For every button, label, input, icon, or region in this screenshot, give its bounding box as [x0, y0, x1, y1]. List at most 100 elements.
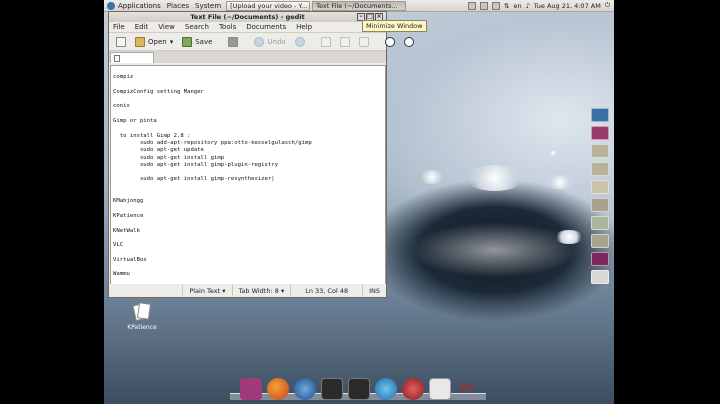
undo-icon — [254, 36, 265, 47]
text-editor-icon[interactable] — [429, 378, 451, 400]
replace-button[interactable] — [401, 35, 417, 49]
menu-view[interactable]: View — [158, 23, 175, 31]
save-button[interactable]: Save — [179, 35, 215, 49]
gedit-window: Text File (~/Documents) - gedit – □ × Fi… — [108, 11, 414, 298]
volume-icon[interactable]: ♪ — [526, 2, 530, 10]
folder-icon[interactable] — [591, 216, 609, 230]
app-icon[interactable] — [591, 252, 609, 266]
network-icon[interactable]: ⇅ — [504, 2, 509, 10]
redo-button[interactable] — [292, 35, 308, 49]
redo-icon — [294, 36, 305, 47]
home-icon[interactable] — [240, 378, 262, 400]
new-button[interactable] — [113, 35, 129, 49]
replace-icon — [403, 36, 414, 47]
swirl-app-icon[interactable] — [375, 378, 397, 400]
tooltip: Minimize Window — [362, 20, 427, 32]
scissors-icon[interactable]: ✂ — [456, 378, 478, 400]
document-tabbar — [109, 51, 386, 63]
tab-width-selector[interactable]: Tab Width: 8 ▾ — [231, 285, 291, 296]
window-titlebar[interactable]: Text File (~/Documents) - gedit – □ × — [109, 12, 386, 22]
editor-line: Wammu — [113, 271, 130, 278]
editor-line: VirtualBox — [113, 256, 147, 263]
taskbar-item-gedit[interactable]: Text File (~/Documents... — [312, 0, 407, 11]
editor-line: KMahjongg — [113, 198, 144, 205]
editor-line: sudo apt-get install gimp — [113, 154, 225, 161]
folder-icon[interactable] — [591, 198, 609, 212]
statusbar: Plain Text ▾ Tab Width: 8 ▾ Ln 33, Col 4… — [109, 284, 386, 297]
desktop-icon-kpatience[interactable]: KPatience — [124, 302, 160, 331]
drive-icon[interactable] — [591, 180, 609, 194]
terminal-icon[interactable] — [321, 378, 343, 400]
menu-file[interactable]: File — [113, 23, 125, 31]
text-editor[interactable]: compiz CompizConfig setting Manger conix… — [110, 65, 386, 285]
undo-button[interactable]: Undo — [251, 35, 288, 49]
workspace-1[interactable] — [468, 1, 477, 10]
insert-mode: INS — [362, 285, 386, 296]
right-dock — [591, 108, 611, 284]
folder-icon — [135, 36, 145, 47]
copy-button[interactable] — [337, 35, 353, 49]
app-icon[interactable] — [591, 126, 609, 140]
editor-line: KPatience — [113, 212, 144, 219]
workspace-2[interactable] — [480, 1, 489, 10]
system-tray: ⇅ en ♪ Tue Aug 21, 4:07 AM ⏻ — [468, 1, 614, 10]
editor-line: compiz — [113, 74, 134, 81]
cut-icon — [320, 36, 331, 47]
chevron-down-icon: ▾ — [169, 37, 174, 46]
power-icon[interactable]: ⏻ — [605, 1, 610, 10]
settings-icon[interactable] — [402, 378, 424, 400]
editor-line: KNetWalk — [113, 227, 140, 234]
menu-edit[interactable]: Edit — [135, 23, 149, 31]
document-tab[interactable] — [110, 52, 154, 63]
language-selector[interactable]: Plain Text ▾ — [182, 285, 231, 296]
thunderbird-icon[interactable] — [294, 378, 316, 400]
folder-icon[interactable] — [591, 144, 609, 158]
cut-button[interactable] — [318, 35, 334, 49]
keyboard-layout[interactable]: en — [514, 2, 522, 10]
editor-line: sudo apt-get install gimp-plugin-registr… — [113, 161, 279, 168]
applications-menu[interactable]: Applications — [104, 0, 164, 12]
monitor-icon[interactable] — [591, 108, 609, 122]
letterbox-left — [0, 0, 104, 404]
workspace-3[interactable] — [492, 1, 501, 10]
menu-tools[interactable]: Tools — [219, 23, 236, 31]
firefox-icon[interactable] — [267, 378, 289, 400]
new-document-icon — [116, 36, 126, 47]
copy-icon — [339, 36, 350, 47]
menu-help[interactable]: Help — [296, 23, 312, 31]
paste-button[interactable] — [356, 35, 372, 49]
editor-line: sudo apt-get update — [113, 147, 204, 154]
editor-line: VLC — [113, 242, 124, 249]
folder-icon[interactable] — [591, 162, 609, 176]
cursor-position: Ln 33, Col 48 — [290, 285, 362, 296]
print-button[interactable] — [225, 35, 241, 49]
menu-search[interactable]: Search — [185, 23, 209, 31]
places-menu[interactable]: Places — [164, 0, 192, 12]
taskbar-item-browser[interactable]: [Upload your video - Y... — [226, 0, 311, 11]
monitor-icon[interactable] — [348, 378, 370, 400]
editor-line: sudo add-apt-repository ppa:otto-kesselg… — [113, 139, 312, 146]
clock[interactable]: Tue Aug 21, 4:07 AM — [534, 2, 601, 10]
toolbar: Open ▾ Save Undo — [109, 33, 414, 51]
letterbox-right — [614, 0, 720, 404]
system-menu[interactable]: System — [192, 0, 224, 12]
trash-icon[interactable] — [591, 270, 609, 284]
find-button[interactable] — [382, 35, 398, 49]
save-icon — [182, 36, 193, 47]
folder-icon[interactable] — [591, 234, 609, 248]
menu-documents[interactable]: Documents — [246, 23, 286, 31]
chevron-down-icon: ▾ — [222, 286, 226, 295]
menubar: File Edit View Search Tools Documents He… — [109, 22, 386, 33]
open-button[interactable]: Open ▾ — [132, 35, 176, 49]
